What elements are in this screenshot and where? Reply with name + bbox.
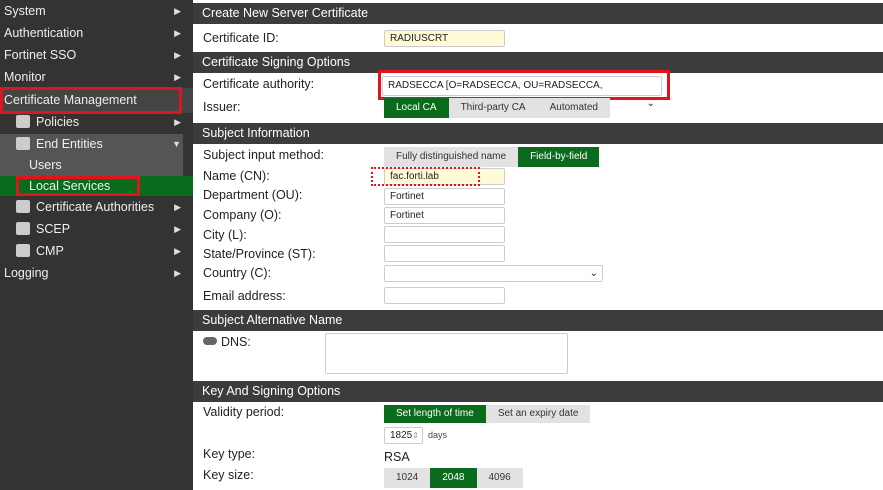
- main-form: Create New Server Certificate Certificat…: [193, 0, 883, 490]
- ca-icon: [16, 200, 30, 213]
- key-size-toggle: 1024 2048 4096: [384, 468, 523, 488]
- chevron-down-icon: ⌄: [589, 268, 598, 279]
- section-san: Subject Alternative Name: [193, 310, 883, 331]
- dns-textarea[interactable]: [325, 333, 568, 374]
- dns-label: DNS:: [221, 335, 251, 349]
- section-subject: Subject Information: [193, 123, 883, 144]
- validity-expiry[interactable]: Set an expiry date: [485, 405, 591, 423]
- sidebar-item-cmp[interactable]: CMP ▶: [0, 240, 193, 262]
- state-input[interactable]: [384, 245, 505, 262]
- label: Logging: [4, 266, 49, 280]
- email-label: Email address:: [203, 289, 286, 303]
- ca-label: Certificate authority:: [203, 77, 315, 91]
- city-label: City (L):: [203, 228, 247, 242]
- city-input[interactable]: [384, 226, 505, 243]
- country-label: Country (C):: [203, 266, 272, 280]
- issuer-toggle: Local CA Third-party CA Automated: [384, 98, 610, 118]
- cert-id-label: Certificate ID:: [203, 31, 279, 45]
- issuer-local-ca[interactable]: Local CA: [384, 98, 449, 118]
- value: 1825: [390, 430, 413, 441]
- country-select[interactable]: ⌄: [384, 265, 603, 282]
- ou-label: Department (OU):: [203, 188, 303, 202]
- label: Authentication: [4, 26, 84, 40]
- highlight-box: [0, 87, 182, 114]
- email-input[interactable]: [384, 287, 505, 304]
- chevron-down-icon: ▼: [172, 139, 181, 149]
- sidebar-item-authentication[interactable]: Authentication ▶: [0, 22, 193, 44]
- chevron-right-icon: ▶: [174, 202, 181, 212]
- cmp-icon: [16, 244, 30, 257]
- label: End Entities: [36, 137, 103, 151]
- spinner-icon[interactable]: ⇕: [412, 428, 419, 443]
- section-key: Key And Signing Options: [193, 381, 883, 402]
- cert-id-input[interactable]: RADIUSCRT: [384, 30, 505, 47]
- label: CMP: [36, 244, 64, 258]
- method-field-by-field[interactable]: Field-by-field: [518, 147, 600, 167]
- key-size-4096[interactable]: 4096: [476, 468, 523, 488]
- cn-label: Name (CN):: [203, 169, 270, 183]
- dns-toggle[interactable]: [203, 337, 217, 345]
- key-size-2048[interactable]: 2048: [430, 468, 477, 488]
- highlight-box: [378, 70, 670, 100]
- chevron-right-icon: ▶: [174, 268, 181, 278]
- input-method-toggle: Fully distinguished name Field-by-field: [384, 147, 600, 167]
- issuer-third-party-ca[interactable]: Third-party CA: [448, 98, 538, 118]
- state-label: State/Province (ST):: [203, 247, 316, 261]
- label: Monitor: [4, 70, 46, 84]
- chevron-right-icon: ▶: [174, 50, 181, 60]
- key-size-1024[interactable]: 1024: [384, 468, 431, 488]
- label: SCEP: [36, 222, 71, 236]
- highlight-box: [16, 176, 140, 196]
- sidebar-item-users[interactable]: Users: [0, 154, 193, 176]
- input-method-label: Subject input method:: [203, 148, 324, 162]
- page-title: Create New Server Certificate: [193, 3, 883, 24]
- issuer-automated[interactable]: Automated: [537, 98, 610, 118]
- validity-length[interactable]: Set length of time: [384, 405, 486, 423]
- key-size-label: Key size:: [203, 468, 254, 482]
- policy-icon: [16, 115, 30, 128]
- label: System: [4, 4, 46, 18]
- sidebar-item-fortinet-sso[interactable]: Fortinet SSO ▶: [0, 44, 193, 66]
- sidebar: System ▶ Authentication ▶ Fortinet SSO ▶ Mo…: [0, 0, 193, 490]
- label: Policies: [36, 115, 80, 129]
- key-type-value: RSA: [384, 450, 410, 464]
- validity-toggle: Set length of time Set an expiry date: [384, 405, 591, 423]
- user-cert-icon: [16, 137, 30, 150]
- sidebar-item-monitor[interactable]: Monitor ▶: [0, 66, 193, 88]
- sidebar-item-logging[interactable]: Logging ▶: [0, 262, 193, 284]
- sidebar-item-system[interactable]: System ▶: [0, 0, 193, 22]
- chevron-right-icon: ▶: [174, 28, 181, 38]
- sidebar-item-scep[interactable]: SCEP ▶: [0, 218, 193, 240]
- key-type-label: Key type:: [203, 447, 256, 461]
- days-unit: days: [428, 430, 448, 440]
- sidebar-item-end-entities[interactable]: End Entities ▼: [0, 133, 183, 155]
- sidebar-item-certificate-authorities[interactable]: Certificate Authorities ▶: [0, 196, 193, 218]
- o-input[interactable]: Fortinet: [384, 207, 505, 224]
- chevron-right-icon: ▶: [174, 246, 181, 256]
- o-label: Company (O):: [203, 208, 282, 222]
- days-input[interactable]: 1825 ⇕: [384, 427, 423, 444]
- label: Users: [29, 158, 62, 172]
- chevron-right-icon: ▶: [174, 117, 181, 127]
- chevron-right-icon: ▶: [174, 72, 181, 82]
- chevron-right-icon: ▶: [174, 6, 181, 16]
- highlight-box: [371, 167, 480, 186]
- ou-input[interactable]: Fortinet: [384, 188, 505, 205]
- sidebar-item-policies[interactable]: Policies ▶: [0, 111, 193, 133]
- label: Fortinet SSO: [4, 48, 77, 62]
- scep-icon: [16, 222, 30, 235]
- chevron-right-icon: ▶: [174, 224, 181, 234]
- issuer-label: Issuer:: [203, 100, 241, 114]
- validity-label: Validity period:: [203, 405, 285, 419]
- method-fully-distinguished[interactable]: Fully distinguished name: [384, 147, 519, 167]
- label: Certificate Authorities: [36, 200, 155, 214]
